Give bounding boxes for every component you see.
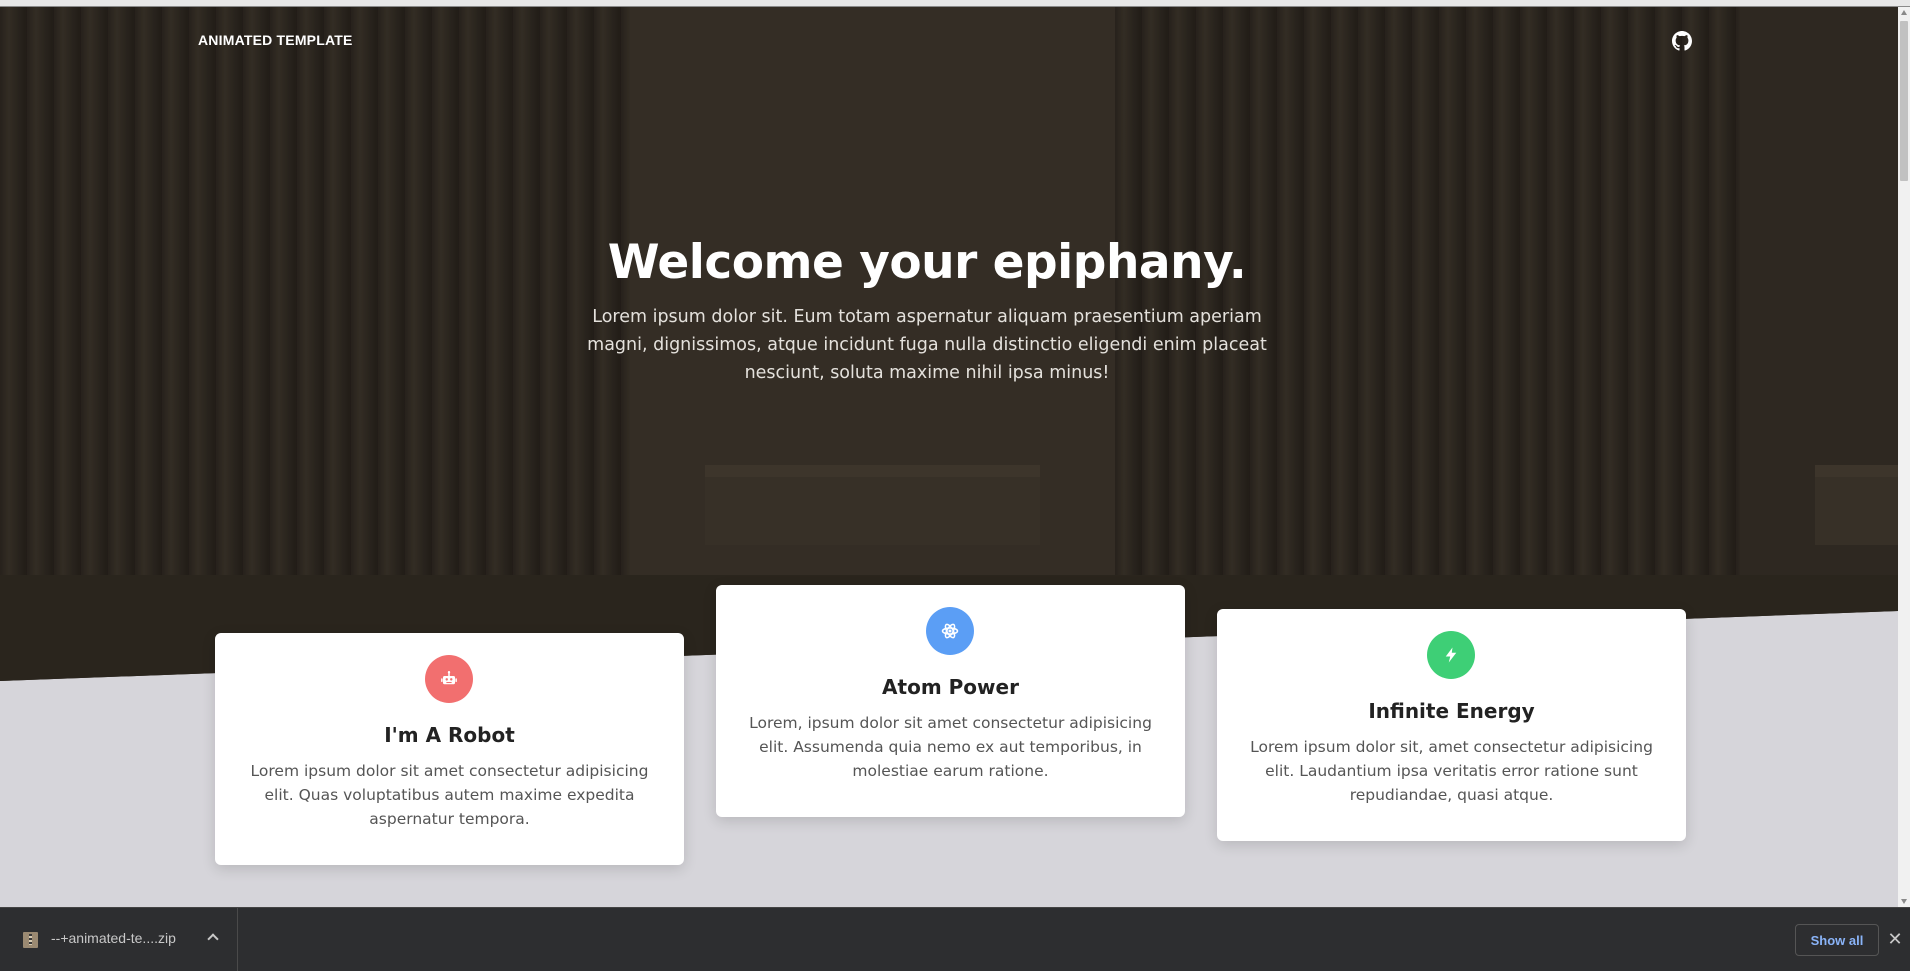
browser-top-edge: [0, 0, 1910, 7]
card-title: I'm A Robot: [384, 723, 515, 747]
scrollbar-thumb[interactable]: [1900, 21, 1908, 181]
feature-card-energy: Infinite Energy Lorem ipsum dolor sit, a…: [1217, 609, 1686, 841]
hero-description: Lorem ipsum dolor sit. Eum totam asperna…: [587, 307, 1267, 383]
download-item[interactable]: --+animated-te....zip: [0, 908, 238, 971]
card-text: Lorem, ipsum dolor sit amet consectetur …: [749, 714, 1152, 780]
github-icon[interactable]: [1672, 31, 1692, 51]
downloads-bar: --+animated-te....zip Show all ✕: [0, 907, 1910, 971]
atom-icon: [926, 607, 974, 655]
show-all-button[interactable]: Show all: [1795, 924, 1879, 956]
scroll-up-icon[interactable]: [1901, 10, 1907, 15]
chevron-up-icon[interactable]: [207, 933, 219, 945]
page-viewport: ANIMATED TEMPLATE Welcome your epiphany.…: [0, 7, 1898, 907]
card-text: Lorem ipsum dolor sit, amet consectetur …: [1250, 738, 1653, 804]
download-file-name: --+animated-te....zip: [51, 930, 176, 946]
bolt-icon: [1427, 631, 1475, 679]
brand-link[interactable]: ANIMATED TEMPLATE: [198, 32, 353, 48]
robot-icon: [425, 655, 473, 703]
feature-card-robot: I'm A Robot Lorem ipsum dolor sit amet c…: [215, 633, 684, 865]
card-title: Infinite Energy: [1368, 699, 1535, 723]
close-icon[interactable]: ✕: [1885, 930, 1905, 950]
scroll-down-icon[interactable]: [1901, 899, 1907, 904]
page-scrollbar[interactable]: [1898, 7, 1910, 907]
card-text: Lorem ipsum dolor sit amet consectetur a…: [250, 762, 649, 828]
card-title: Atom Power: [882, 675, 1019, 699]
feature-card-atom: Atom Power Lorem, ipsum dolor sit amet c…: [716, 585, 1185, 817]
zip-file-icon: [23, 932, 38, 948]
hero-title: Welcome your epiphany.: [607, 235, 1247, 290]
